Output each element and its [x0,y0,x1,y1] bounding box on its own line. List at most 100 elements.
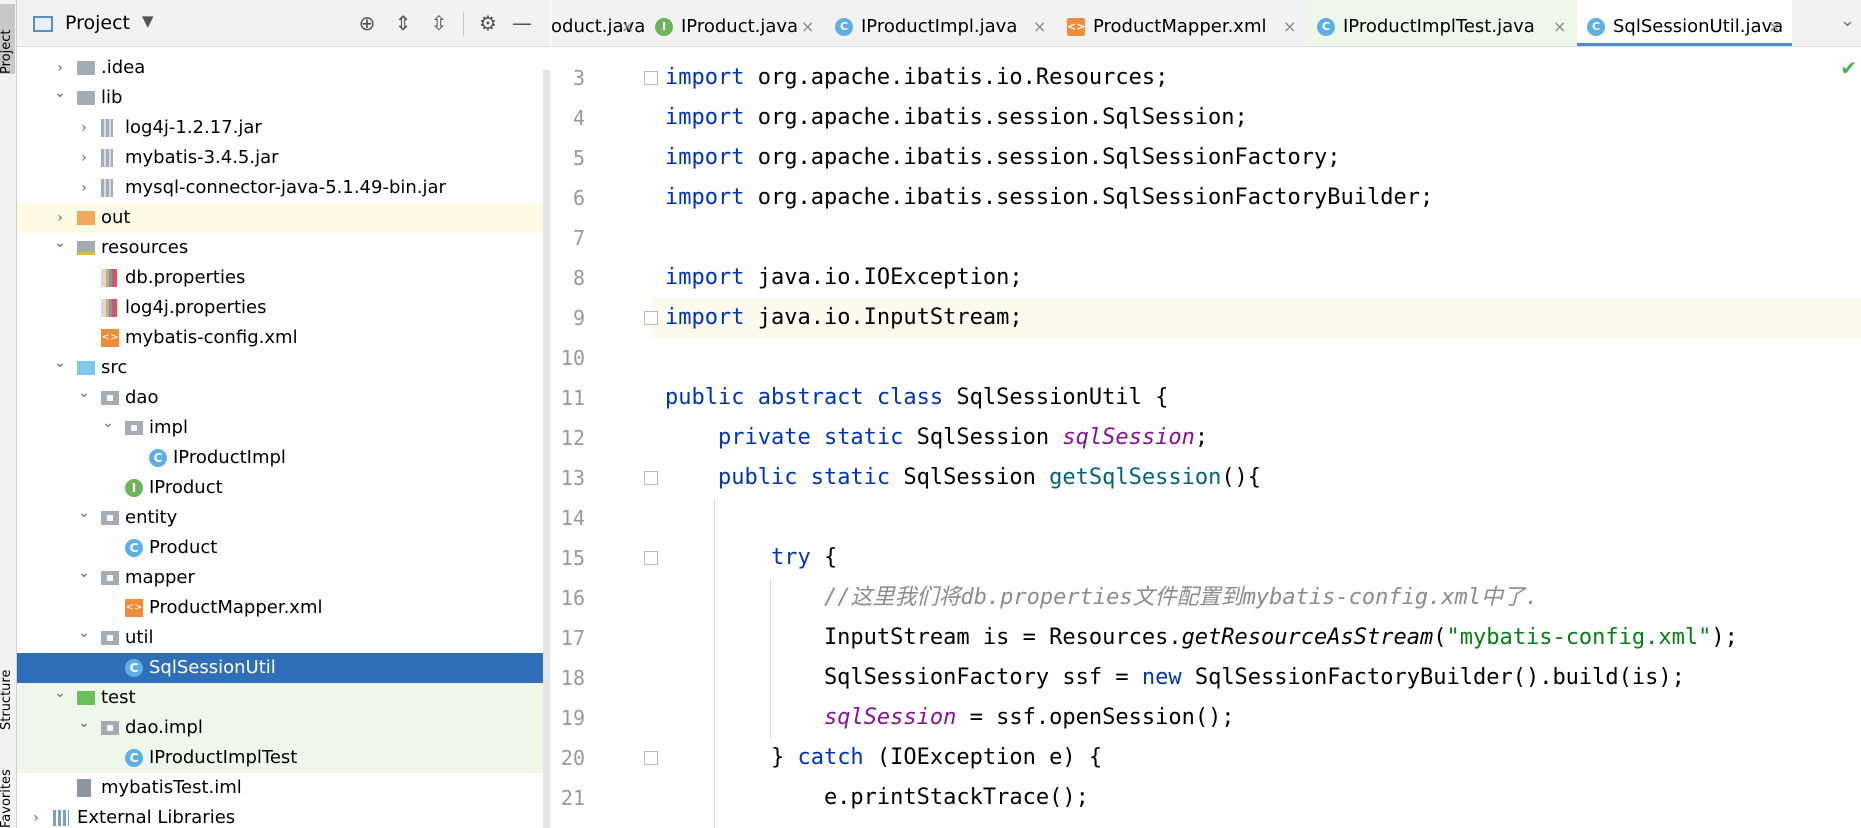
tree-item[interactable]: <> ProductMapper.xml [17,593,550,623]
tree-item[interactable]: ⌄ lib [17,83,550,113]
chevron-down-icon[interactable]: ⌄ [53,78,67,108]
close-icon[interactable]: × [621,0,634,46]
gear-icon[interactable]: ⚙ [475,10,501,36]
chevron-right-icon[interactable]: › [29,803,43,828]
tree-item[interactable]: › .idea [17,53,550,83]
tab-list-icon[interactable]: ⌄ [1840,10,1855,31]
jar-icon [101,149,113,167]
code-line[interactable]: } catch (IOException e) { [551,738,1861,778]
tree-item[interactable]: <> mybatis-config.xml [17,323,550,353]
fold-marker-icon[interactable] [644,71,658,85]
line-number: 17 [560,626,585,650]
expand-all-icon[interactable]: ⇕ [390,10,416,36]
tree-item[interactable]: ⌄ entity [17,503,550,533]
tree-item[interactable]: › out [17,203,550,233]
close-icon[interactable]: × [1553,0,1566,46]
tree-item[interactable]: ⌄ resources [17,233,550,263]
project-tool-tab[interactable]: Project [0,4,15,74]
code-token: ); [1711,625,1738,650]
favorites-tool-tab[interactable]: Favorites [0,760,15,828]
code-line[interactable]: sqlSession = ssf.openSession(); [551,698,1861,738]
chevron-down-icon[interactable]: ⌄ [77,498,91,528]
cls-file-icon: C [1587,18,1605,36]
chevron-down-icon[interactable]: ⌄ [53,678,67,708]
editor-tab[interactable]: <> ProductMapper.xml × [1057,0,1307,46]
chevron-down-icon[interactable]: ⌄ [77,558,91,588]
tree-item[interactable]: ⌄ test [17,683,550,713]
chevron-right-icon[interactable]: › [77,113,91,143]
tree-item[interactable]: ⌄ src [17,353,550,383]
chevron-down-icon[interactable]: ⌄ [77,618,91,648]
tree-item[interactable]: › mybatis-3.4.5.jar [17,143,550,173]
line-number: 6 [572,186,585,210]
fold-marker-icon[interactable] [644,311,658,325]
close-icon[interactable]: × [1283,0,1296,46]
pkg-icon [101,631,119,645]
tree-item[interactable]: C IProductImpl [17,443,550,473]
tree-item[interactable]: ⌄ mapper [17,563,550,593]
chevron-right-icon[interactable]: › [77,173,91,203]
code-line[interactable]: try { [551,538,1861,578]
code-line[interactable]: InputStream is = Resources.getResourceAs… [551,618,1861,658]
tree-item[interactable]: › log4j-1.2.17.jar [17,113,550,143]
tree-item[interactable]: › mysql-connector-java-5.1.49-bin.jar [17,173,550,203]
editor-tab[interactable]: C IProductImplTest.java × [1307,0,1577,46]
tree-item[interactable]: ⌄ dao.impl [17,713,550,743]
close-icon[interactable]: × [1033,0,1046,46]
fold-marker-icon[interactable] [644,471,658,485]
close-icon[interactable]: × [801,0,814,46]
chevron-down-icon[interactable]: ⌄ [77,708,91,738]
close-icon[interactable]: × [1768,0,1781,46]
tree-item[interactable]: ⌄ impl [17,413,550,443]
structure-tool-tab[interactable]: Structure [0,630,15,730]
tree-item[interactable]: › External Libraries [17,803,550,828]
chevron-down-icon[interactable]: ⌄ [53,228,67,258]
tree-item[interactable]: log4j.properties [17,293,550,323]
tree-item[interactable]: C IProductImplTest [17,743,550,773]
code-line[interactable] [551,218,1861,258]
code-line[interactable]: public static SqlSession getSqlSession()… [551,458,1861,498]
code-line[interactable]: import org.apache.ibatis.session.SqlSess… [551,178,1861,218]
project-view-title[interactable]: Project [65,12,130,34]
tree-item[interactable]: ⌄ util [17,623,550,653]
code-line[interactable]: SqlSessionFactory ssf = new SqlSessionFa… [551,658,1861,698]
code-line[interactable]: public abstract class SqlSessionUtil { [551,378,1861,418]
code-area[interactable]: import org.apache.ibatis.io.Resources; im… [551,47,1861,828]
code-token: SqlSessionFactoryBuilder().build(is); [1181,665,1685,690]
fold-marker-icon[interactable] [644,751,658,765]
code-line[interactable]: import org.apache.ibatis.session.SqlSess… [551,98,1861,138]
code-line[interactable]: e.printStackTrace(); [551,778,1861,818]
code-line[interactable]: private static SqlSession sqlSession; [551,418,1861,458]
locate-file-icon[interactable]: ⊕ [354,10,380,36]
fold-marker-icon[interactable] [644,551,658,565]
tree-item[interactable]: C Product [17,533,550,563]
code-editor: oduct.java × I IProduct.java × C IProductImpl.… [551,0,1861,828]
chevron-right-icon[interactable]: › [77,143,91,173]
chevron-down-icon[interactable]: ⌄ [53,348,67,378]
code-line[interactable]: import java.io.IOException; [551,258,1861,298]
code-token: ; [1194,425,1209,450]
chevron-down-icon[interactable]: ⌄ [77,378,91,408]
hide-panel-icon[interactable]: — [509,10,535,36]
tree-item[interactable]: db.properties [17,263,550,293]
code-line[interactable]: import org.apache.ibatis.io.Resources; [551,58,1861,98]
tree-item[interactable]: ⌄ dao [17,383,550,413]
chevron-down-icon[interactable]: ▼ [142,12,154,30]
editor-tab[interactable]: C SqlSessionUtil.java × [1577,0,1792,46]
editor-tab[interactable]: I IProduct.java × [645,0,825,46]
collapse-all-icon[interactable]: ⇳ [426,10,452,36]
editor-tab[interactable]: C IProductImpl.java × [825,0,1057,46]
code-line[interactable]: import java.io.InputStream; [551,298,1861,338]
code-token: import [665,185,758,210]
editor-tab[interactable]: oduct.java × [551,0,645,46]
project-scrollbar[interactable] [543,70,550,828]
code-line[interactable] [551,338,1861,378]
tree-item[interactable]: C SqlSessionUtil [17,653,550,683]
code-token: try [770,545,811,570]
chevron-down-icon[interactable]: ⌄ [101,408,115,438]
code-line[interactable]: import org.apache.ibatis.session.SqlSess… [551,138,1861,178]
code-line[interactable] [551,498,1861,538]
code-line[interactable]: //这里我们将db.properties文件配置到mybatis-config.… [551,578,1861,618]
tree-item[interactable]: mybatisTest.iml [17,773,550,803]
tree-item[interactable]: I IProduct [17,473,550,503]
